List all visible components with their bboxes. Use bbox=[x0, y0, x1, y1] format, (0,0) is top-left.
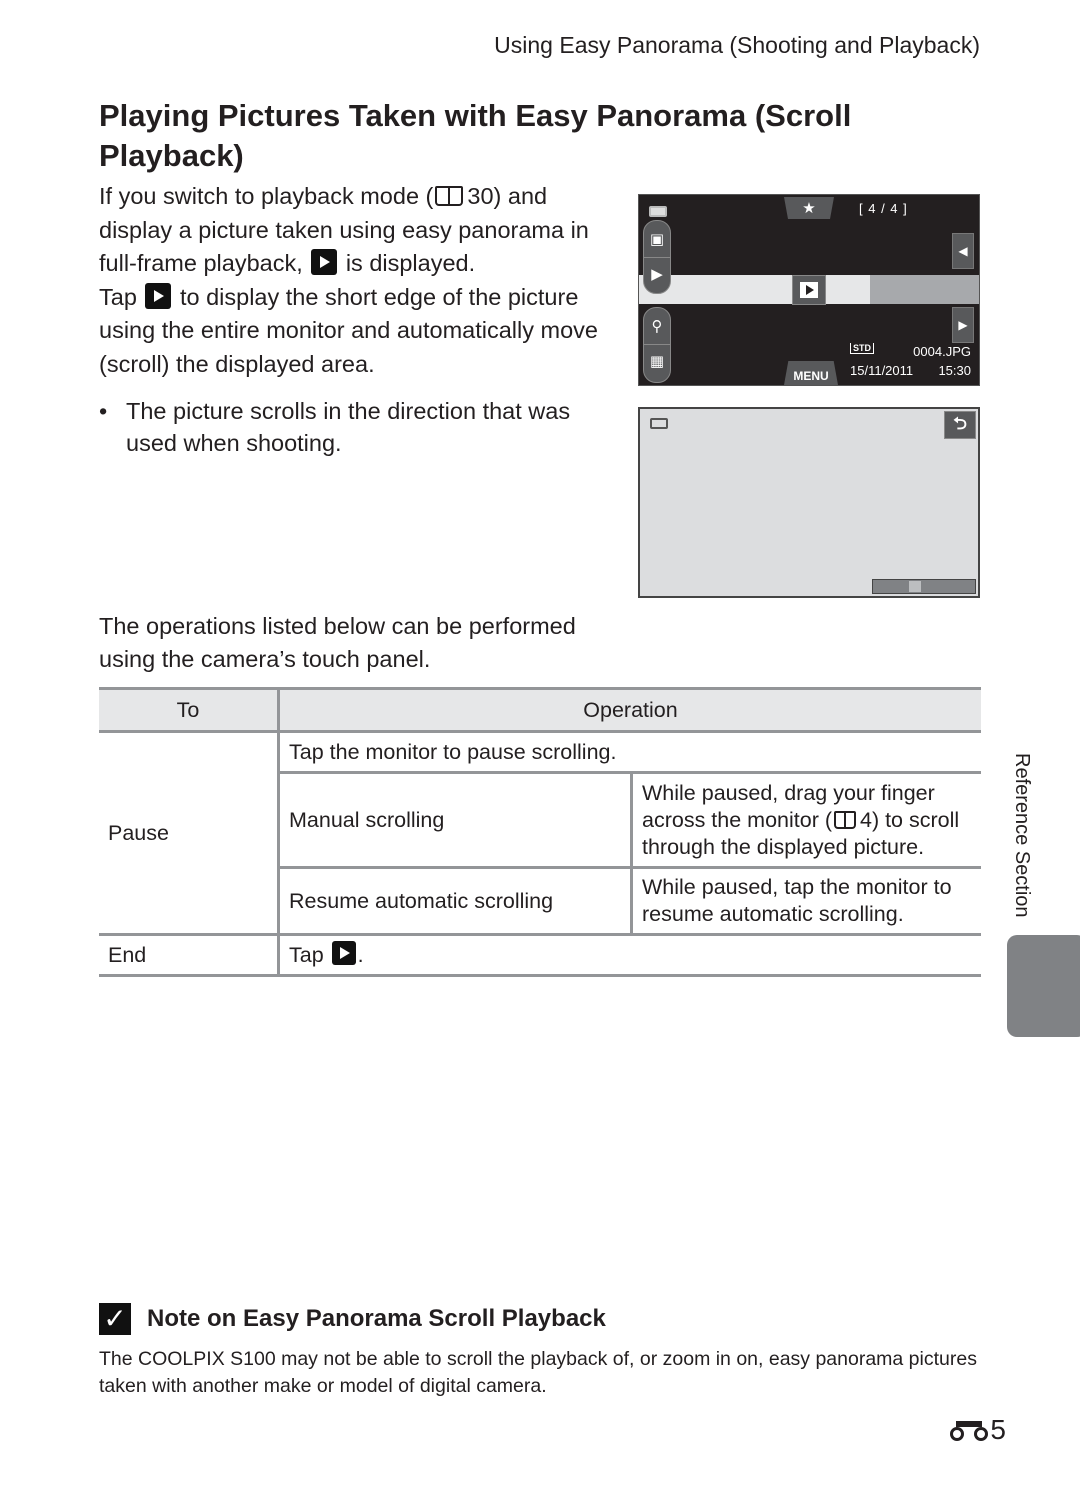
header-to: To bbox=[99, 687, 280, 733]
arrow-right-icon: ▶ bbox=[958, 318, 968, 332]
manual-scrolling-description: While paused, drag your finger across th… bbox=[630, 771, 981, 869]
operations-table: To Operation Pause Tap the monitor to pa… bbox=[99, 687, 981, 977]
note-heading: ✓ Note on Easy Panorama Scroll Playback bbox=[99, 1303, 606, 1335]
page-number: 5 bbox=[950, 1414, 1006, 1446]
next-button[interactable]: ▶ bbox=[952, 307, 974, 343]
time: 15:30 bbox=[938, 363, 971, 378]
scroll-position-bar[interactable] bbox=[872, 579, 976, 594]
book-reference-icon bbox=[435, 186, 464, 206]
resume-scrolling-label: Resume automatic scrolling bbox=[278, 866, 633, 936]
previous-button[interactable]: ◀ bbox=[952, 233, 974, 269]
thumbnail-icon[interactable]: ▦ bbox=[644, 344, 670, 377]
page-reference: 4 bbox=[859, 807, 872, 832]
playback-icon[interactable]: ▶ bbox=[644, 257, 670, 290]
note-title: Note on Easy Panorama Scroll Playback bbox=[147, 1305, 606, 1332]
menu-label: MENU bbox=[793, 369, 829, 383]
filename: 0004.JPG bbox=[913, 344, 971, 359]
running-head: Using Easy Panorama (Shooting and Playba… bbox=[494, 32, 980, 58]
star-icon: ★ bbox=[802, 200, 816, 217]
play-icon bbox=[800, 282, 818, 298]
frame-counter: [ 4 / 4 ] bbox=[859, 201, 908, 216]
section-tab bbox=[1007, 935, 1080, 1037]
favorite-button[interactable]: ★ bbox=[784, 197, 834, 219]
end-desc-a: Tap bbox=[289, 943, 324, 967]
scroll-position-thumb[interactable] bbox=[909, 581, 921, 592]
table-row: End Tap . bbox=[99, 933, 981, 977]
page-number-value: 5 bbox=[990, 1414, 1006, 1445]
battery-icon bbox=[649, 206, 667, 217]
pause-description: Tap the monitor to pause scrolling. bbox=[277, 730, 981, 774]
back-icon bbox=[331, 941, 356, 965]
image-quality-icon: STD bbox=[850, 343, 874, 354]
end-desc-b: . bbox=[357, 943, 364, 967]
zoom-icon[interactable]: ⚲ bbox=[644, 310, 670, 342]
menu-button[interactable]: MENU bbox=[784, 361, 838, 385]
bullet-dot: • bbox=[99, 398, 108, 424]
pause-label: Pause bbox=[99, 730, 280, 936]
panorama-strip-shade bbox=[870, 275, 979, 304]
bullet-item: • The picture scrolls in the direction t… bbox=[99, 395, 619, 459]
header-operation: Operation bbox=[277, 687, 981, 733]
camera-screen-scroll: ⮌ bbox=[638, 407, 980, 598]
back-icon: ⮌ bbox=[953, 413, 967, 433]
tool-button-group: ⚲ ▦ bbox=[643, 307, 671, 383]
battery-icon bbox=[650, 418, 668, 429]
table-row: Pause Tap the monitor to pause scrolling… bbox=[99, 730, 981, 936]
camera-icon[interactable]: ▣ bbox=[644, 223, 670, 255]
table-header-row: To Operation bbox=[99, 687, 981, 733]
date: 15/11/2011 bbox=[850, 363, 914, 378]
page-title: Playing Pictures Taken with Easy Panoram… bbox=[99, 98, 852, 173]
intro-text: If you switch to playback mode (30) and … bbox=[99, 180, 619, 381]
bullet-text: The picture scrolls in the direction tha… bbox=[126, 398, 571, 456]
note-body: The COOLPIX S100 may not be able to scro… bbox=[99, 1348, 977, 1397]
end-label: End bbox=[99, 933, 280, 977]
back-button[interactable]: ⮌ bbox=[944, 411, 976, 439]
scroll-playback-button[interactable] bbox=[792, 275, 826, 305]
book-reference-icon bbox=[833, 810, 856, 829]
scroll-playback-icon bbox=[145, 282, 172, 309]
intro-text-1c: is displayed. bbox=[345, 250, 476, 276]
intro-text-2b: to display the short edge of the picture… bbox=[99, 283, 598, 377]
page-reference: 30 bbox=[467, 183, 494, 209]
manual-scrolling-label: Manual scrolling bbox=[278, 771, 633, 869]
intro-text-2a: Tap bbox=[99, 283, 137, 310]
camera-screen-playback: ★ [ 4 / 4 ] ▣ ▶ ⚲ ▦ ◀ ▶ MENU STD 0004.JP… bbox=[638, 194, 980, 386]
section-side-label: Reference Section bbox=[1011, 753, 1033, 918]
arrow-left-icon: ◀ bbox=[958, 244, 968, 258]
operations-intro: The operations listed below can be perfo… bbox=[99, 613, 576, 672]
reference-section-icon bbox=[950, 1419, 989, 1441]
resume-scrolling-description: While paused, tap the monitor to resume … bbox=[630, 866, 981, 936]
scroll-playback-icon bbox=[311, 249, 338, 275]
mode-button-group: ▣ ▶ bbox=[643, 220, 671, 294]
intro-text-1a: If you switch to playback mode ( bbox=[99, 183, 434, 209]
end-description: Tap . bbox=[277, 933, 981, 977]
checkmark-icon: ✓ bbox=[99, 1303, 131, 1335]
